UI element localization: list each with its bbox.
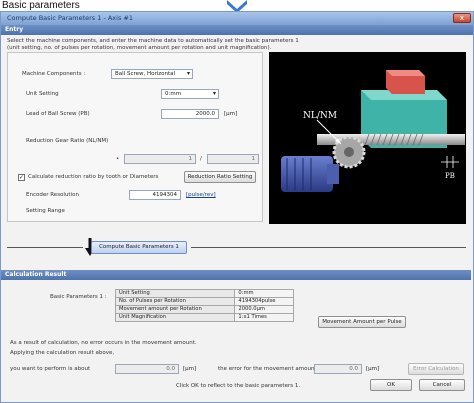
pb-label: PB [445, 172, 455, 180]
calculation-result-header: Calculation Result [1, 270, 471, 280]
param-name: Unit Magnification [114, 313, 236, 322]
basic-parameters-label: Basic Parameters 1 : [50, 294, 107, 300]
param-value: 1:x1 Times [234, 313, 294, 322]
ok-button[interactable]: OK [370, 379, 412, 391]
movement-amount-per-pulse-button[interactable]: Movement Amount per Pulse [318, 316, 406, 328]
window-titlebar[interactable]: Compute Basic Parameters 1 - Axis #1 x [1, 12, 473, 25]
nl-nm-label: NL/NM [303, 111, 337, 121]
param-name: No. of Pulses per Rotation [114, 297, 236, 306]
error-unit: [µm] [366, 366, 380, 372]
reduction-numerator-input[interactable]: 1 [124, 154, 196, 164]
result-note-2: Applying the calculation result above, [10, 350, 115, 356]
machine-data-entry-panel: Machine Components : Ball Screw, Horizon… [7, 52, 263, 222]
table-row: No. of Pulses per Rotation 4194304pulse [114, 297, 294, 306]
table-row: Unit Magnification 1:x1 Times [114, 313, 294, 322]
ball-screw-diagram: NL/NM PB [281, 70, 465, 192]
machine-illustration: NL/NM PB [269, 52, 466, 224]
unit-setting-select[interactable]: 0:mm ▾ [161, 89, 219, 99]
calculation-result-panel: Calculation Result Basic Parameters 1 : … [0, 270, 472, 391]
entry-section-header: Entry [1, 25, 473, 35]
compute-flow: Compute Basic Parameters 1 [7, 238, 466, 258]
encoder-unit-link[interactable]: [pulse/rev] [186, 192, 216, 198]
cancel-button[interactable]: Cancel [419, 379, 465, 391]
basic-parameters-table: Unit Setting 0:mm No. of Pulses per Rota… [114, 289, 294, 322]
reduction-bullet: • [116, 156, 120, 162]
perform-label: you want to perform is about [10, 366, 91, 372]
error-amount-field[interactable]: 0.0 [314, 364, 362, 374]
perform-unit: [µm] [183, 366, 197, 372]
perform-amount-field[interactable]: 0.0 [115, 364, 179, 374]
intro-line-1: Select the machine components, and enter… [7, 38, 299, 44]
dropdown-arrow-icon: ▾ [212, 90, 216, 97]
table-row: Movement amount per Rotation 2000.0µm [114, 305, 294, 314]
calculate-reduction-checkbox[interactable]: ✓ [18, 174, 25, 181]
param-value: 4194304pulse [234, 297, 294, 306]
compute-basic-parameters-button[interactable]: Compute Basic Parameters 1 [91, 241, 187, 254]
machine-components-label: Machine Components : [22, 71, 86, 77]
flow-divider-left [7, 247, 83, 248]
reduction-denominator-input[interactable]: 1 [207, 154, 259, 164]
page-caption: Basic parameters [2, 0, 80, 11]
window-title: Compute Basic Parameters 1 - Axis #1 [7, 14, 133, 22]
lead-of-ball-screw-label: Lead of Ball Screw (PB) [26, 111, 90, 117]
machine-components-value: Ball Screw, Horizontal [115, 71, 176, 77]
error-label: the error for the movement amount [218, 366, 317, 372]
param-name: Unit Setting [114, 289, 236, 298]
encoder-resolution-label: Encoder Resolution [26, 192, 79, 198]
param-name: Movement amount per Rotation [114, 305, 236, 314]
encoder-resolution-input[interactable]: 4194304 [129, 190, 181, 200]
reduction-separator: / [200, 156, 202, 162]
param-value: 0:mm [234, 289, 294, 298]
close-button[interactable]: x [453, 13, 471, 23]
setting-range-label: Setting Range [26, 208, 65, 214]
reduction-gear-ratio-label: Reduction Gear Ratio (NL/NM) [26, 138, 109, 144]
error-calculation-button[interactable]: Error Calculation [408, 363, 464, 375]
reflect-instruction: Click OK to reflect to the basic paramet… [176, 383, 301, 389]
lead-unit: [µm] [224, 111, 238, 117]
unit-setting-label: Unit Setting [26, 91, 59, 97]
unit-setting-value: 0:mm [165, 91, 182, 97]
machine-components-select[interactable]: Ball Screw, Horizontal ▾ [111, 69, 193, 79]
param-value: 2000.0µm [234, 305, 294, 314]
table-row: Unit Setting 0:mm [114, 289, 294, 298]
lead-of-ball-screw-input[interactable]: 2000.0 [161, 109, 219, 119]
reduction-ratio-setting-button[interactable]: Reduction Ratio Setting [184, 171, 256, 183]
dropdown-arrow-icon: ▾ [186, 70, 190, 77]
intro-line-2: (unit setting, no. of pulses per rotatio… [7, 45, 272, 51]
flow-divider-right [191, 247, 466, 248]
calculate-reduction-label: Calculate reduction ratio by tooth or Di… [28, 174, 159, 180]
result-note-1: As a result of calculation, no error occ… [10, 340, 197, 346]
